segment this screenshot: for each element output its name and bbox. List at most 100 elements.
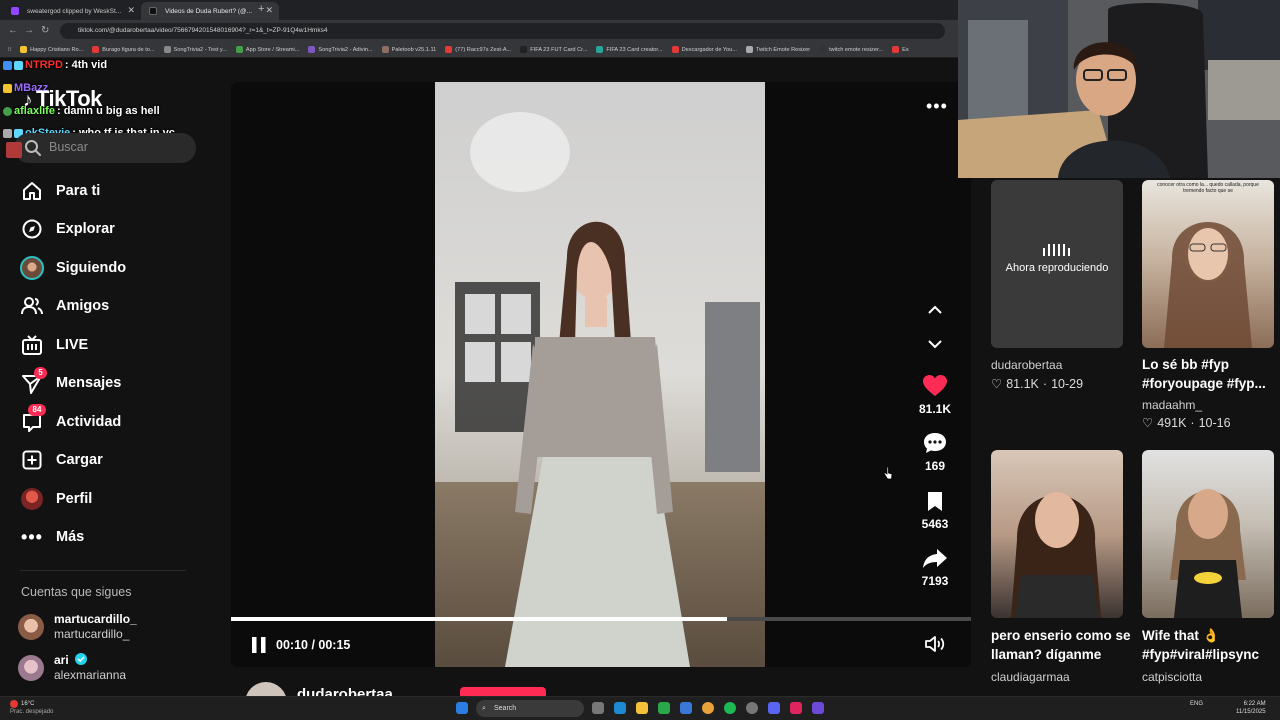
sidebar-item-para-ti[interactable]: Para ti [20,176,100,206]
sidebar-item-mensajes[interactable]: 5 Mensajes [20,367,121,398]
sidebar-divider [20,570,186,571]
following-account[interactable]: ari alexmarianna [18,653,208,689]
chevron-down-icon [928,340,942,349]
windows-taskbar: 16°C Prac. despejado ⌕ Search ENG 6:22 AM… [0,696,1280,720]
mouse-cursor-icon [883,466,893,485]
sidebar-item-cargar[interactable]: Cargar [20,445,103,475]
system-tray[interactable]: ENG [1190,701,1203,707]
back-icon[interactable]: ← [8,25,18,36]
edge-icon[interactable] [614,702,626,714]
browser-tab[interactable]: sweatergod clipped by WeskSt... ✕ [3,2,141,20]
bookmark-item[interactable]: Es [892,46,909,53]
more-dots-icon: ••• [21,526,43,547]
bookmark-item[interactable]: Twitch Emote Resizer [745,46,810,53]
bookmarks-bar: ⁞⁞ Happy Cristiano Ro... Burago figura d… [0,42,960,58]
music-icon[interactable] [790,702,802,714]
video-player[interactable] [231,82,971,667]
comment-count: 169 [924,459,946,473]
like-action[interactable]: 81.1K [912,373,958,416]
card-username: madaahm_ [1142,398,1203,412]
sidebar-item-siguiendo[interactable]: Siguiendo [20,253,126,283]
close-tab-icon[interactable]: ✕ [127,5,135,16]
close-tab-icon[interactable]: ✕ [265,5,273,16]
forward-icon[interactable]: → [24,25,34,36]
share-icon[interactable] [912,545,958,571]
heart-outline-icon: ♡ [991,377,1003,391]
save-action[interactable]: 5463 [912,488,958,531]
video-frame[interactable] [435,82,765,667]
bookmark-item[interactable]: (77) Racc97s Zest-A... [445,46,511,53]
sidebar-item-explorar[interactable]: Explorar [20,214,115,244]
sidebar-item-live[interactable]: LIVE [20,330,88,360]
sidebar-item-perfil[interactable]: Perfil [20,484,92,514]
sidebar-item-mas[interactable]: ••• Más [20,522,84,552]
pause-icon [252,637,266,653]
bookmark-item[interactable]: Happy Cristiano Ro... [20,46,83,53]
tiktok-logo[interactable]: ♪ TikTok [23,86,102,112]
heart-icon[interactable] [912,373,958,399]
messages-badge: 5 [34,367,47,379]
share-action[interactable]: 7193 [912,545,958,588]
related-video-card[interactable]: Ahora reproduciendo dudarobertaa ♡ 81.1K ·… [991,180,1123,395]
bookmark-item[interactable]: App Store / Streami... [235,46,299,53]
related-video-card[interactable]: Wife that 👌 #fyp#viral#lipsync catpiscio… [1142,450,1277,694]
related-video-card[interactable]: pero enserio como se llaman? díganme cla… [991,450,1131,694]
tab-title: sweatergod clipped by WeskSt... [27,7,122,15]
url-input[interactable]: tiktok.com/@dudarobertaa/video/756679420… [60,23,945,39]
app-icon[interactable] [658,702,670,714]
comment-action[interactable]: 169 [912,430,958,473]
file-explorer-icon[interactable] [636,702,648,714]
video-time: 00:10 / 00:15 [276,638,351,652]
video-thumbnail [991,450,1123,618]
bookmark-item[interactable]: FIFA 23 FUT Card Cr... [520,46,587,53]
weather-widget[interactable]: 16°C Prac. despejado [10,700,53,716]
like-count: 81.1K [918,402,952,416]
bookmark-icon[interactable] [912,488,958,514]
following-account[interactable]: martucardillo_ martucardillo_ [18,612,208,648]
obs-icon[interactable] [746,702,758,714]
new-tab-icon[interactable]: + [258,3,264,15]
taskbar-search[interactable]: ⌕ Search [476,700,584,717]
pause-button[interactable] [250,635,268,655]
bookmark-item[interactable]: SongTrivia2 - Test y... [163,46,227,53]
webcam-image [958,0,1280,178]
friends-icon [20,294,44,318]
bookmark-item[interactable]: FIFA 23 Card creator... [596,46,663,53]
taskbar-clock[interactable]: 6:22 AM 11/15/2025 [1236,700,1266,716]
bookmark-item[interactable]: twitch emote resizer... [819,46,883,53]
bookmark-item[interactable]: SongTrivia2 - Adivin... [308,46,373,53]
comment-icon[interactable] [912,430,958,456]
send-icon: 5 [20,367,47,395]
discord-icon[interactable] [768,702,780,714]
bookmark-item[interactable]: Paletoob v25.1.11 [381,46,436,53]
app-icon[interactable] [812,702,824,714]
previous-video-button[interactable] [924,299,946,321]
now-playing-label: Ahora reproduciendo [1005,262,1109,274]
more-options-icon[interactable]: ••• [926,96,948,117]
sidebar-item-amigos[interactable]: Amigos [20,291,109,321]
apps-icon[interactable]: ⁞⁞ [8,47,11,53]
spotify-icon[interactable] [724,702,736,714]
sidebar-item-actividad[interactable]: 84 Actividad [20,404,121,437]
search-icon [25,140,41,156]
account-name: ari [54,653,88,667]
video-progress-bar[interactable] [231,617,971,621]
next-video-button[interactable] [924,333,946,355]
store-icon[interactable] [680,702,692,714]
related-video-card[interactable]: conocer otra como la... quedo callada, p… [1142,180,1277,432]
browser-tab-bar: sweatergod clipped by WeskSt... ✕ Videos… [0,0,960,20]
search-input[interactable]: Buscar [14,133,196,163]
card-username: catpisciotta [1142,670,1203,684]
compass-icon [20,217,44,241]
bookmark-item[interactable]: Burago figura de to... [92,46,155,53]
card-stats: ♡ 491K · 10-16 [1142,415,1231,431]
windows-start-icon[interactable] [456,702,468,714]
address-bar-row: ← → ↻ tiktok.com/@dudarobertaa/video/756… [0,20,960,42]
task-view-icon[interactable] [592,702,604,714]
bookmark-item[interactable]: Descargador de You... [671,46,737,53]
reload-icon[interactable]: ↻ [41,25,49,36]
chrome-icon[interactable] [702,702,714,714]
streamer-webcam [958,0,1280,178]
volume-button[interactable] [924,634,946,659]
heart-outline-icon: ♡ [1142,416,1154,430]
